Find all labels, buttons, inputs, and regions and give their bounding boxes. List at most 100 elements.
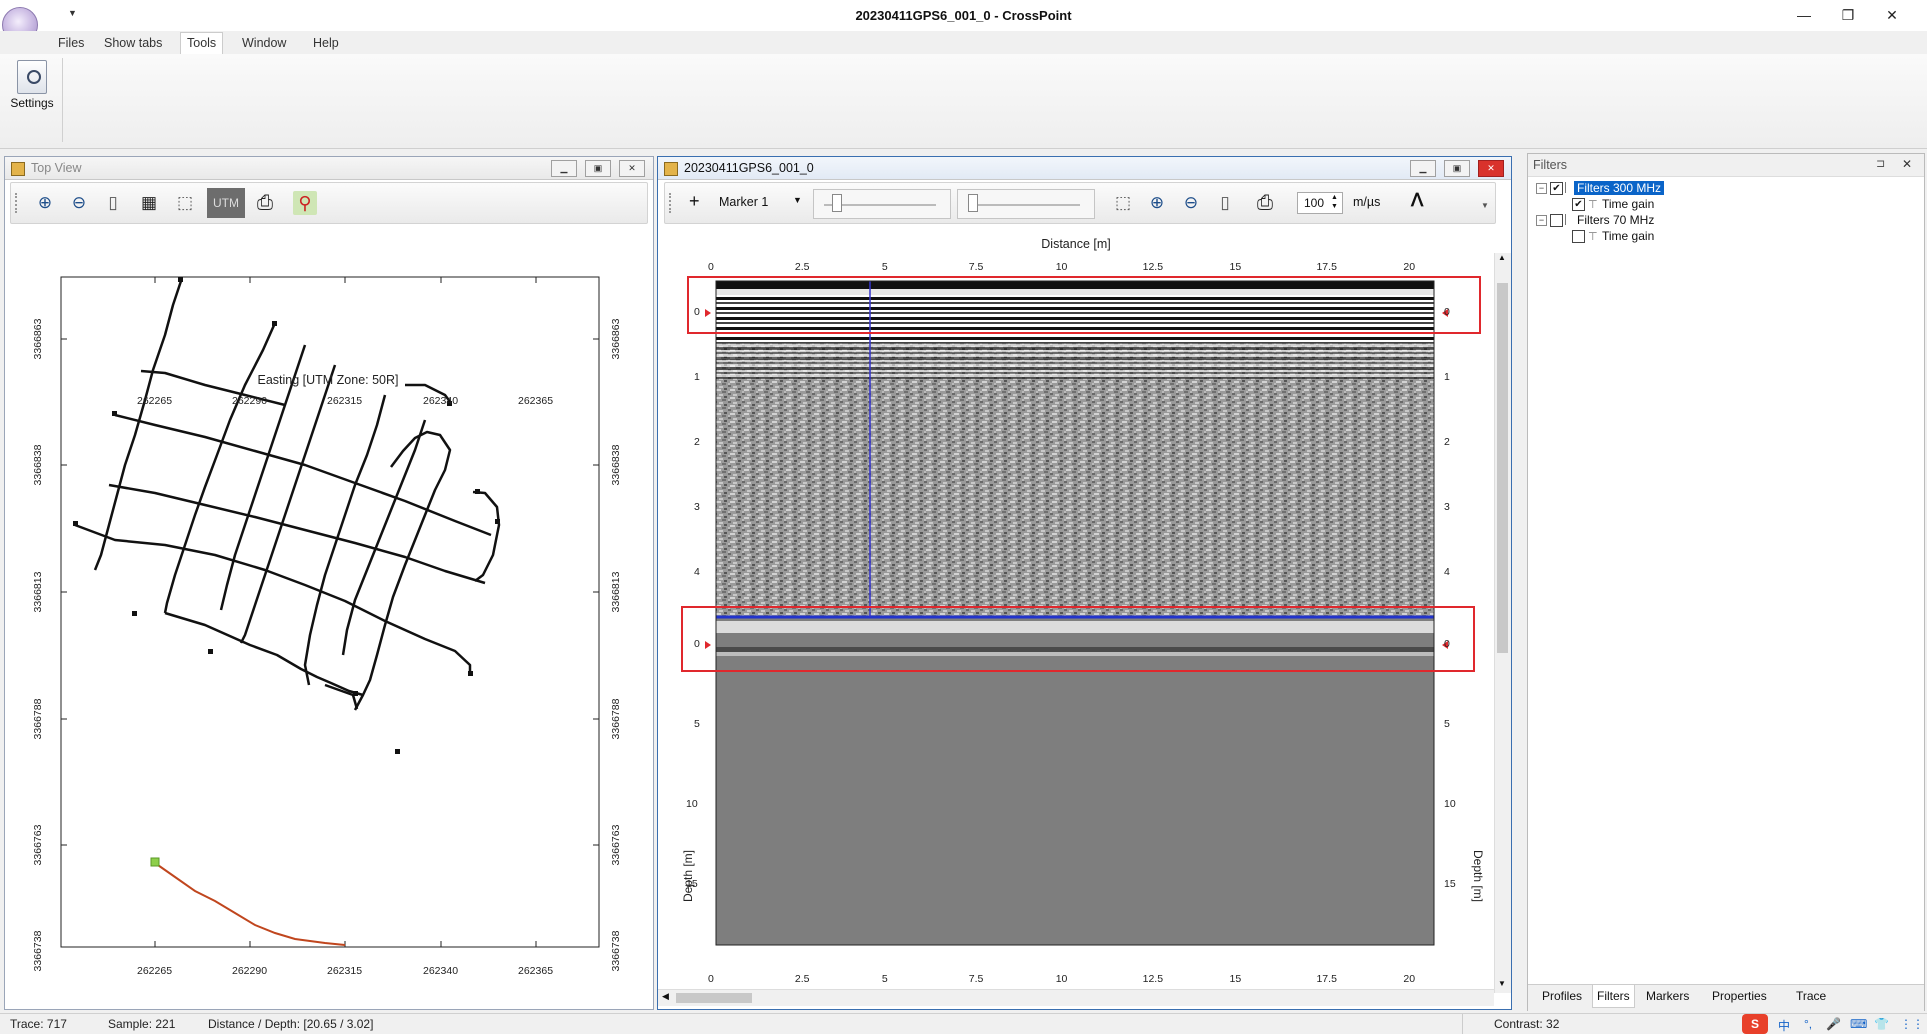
menu-files[interactable]: Files	[52, 34, 90, 52]
ribbon: Settings	[0, 54, 1927, 149]
top-view-map[interactable]	[5, 225, 651, 1005]
top-view-toolbar: ⊕ ⊖ ▯ ▦ ⬚ UTM ⎙ ⚲	[10, 182, 648, 224]
map-pin-icon[interactable]: ⚲	[293, 191, 317, 215]
print-icon[interactable]: ⎙	[253, 191, 277, 215]
status-distance-depth: Distance / Depth: [20.65 / 3.02]	[208, 1017, 374, 1031]
depth-tick-right: 5	[1444, 718, 1450, 730]
zoom-in-icon[interactable]: ⊕	[1145, 191, 1169, 215]
ime-chinese-icon[interactable]: 中	[1778, 1017, 1790, 1034]
top-view-maximize-button[interactable]: ▣	[585, 160, 611, 177]
depth-tick-right: 2	[1444, 436, 1450, 448]
filters-panel: Filters ⊐ ✕ − ✔ Filters 300 MHz ✔ ⊤ Time…	[1527, 153, 1925, 1011]
top-view-minimize-button[interactable]: ▁	[551, 160, 577, 177]
menu-window[interactable]: Window	[236, 34, 292, 52]
distance-tick-top: 12.5	[1142, 261, 1164, 273]
zoom-in-icon[interactable]: ⊕	[33, 191, 57, 215]
page-icon[interactable]: ▯	[1213, 191, 1237, 215]
pin-icon[interactable]: ⊐	[1876, 157, 1885, 170]
profile-maximize-button[interactable]: ▣	[1444, 160, 1470, 177]
bottom-tick-4: 262340	[423, 965, 459, 977]
menu-tools[interactable]: Tools	[180, 32, 224, 54]
depth-tick-left: 0	[694, 306, 700, 318]
filter-child-label-1[interactable]: Time gain	[1602, 197, 1654, 211]
tree-expander-icon[interactable]: −	[1536, 183, 1547, 194]
utm-toggle-button[interactable]: UTM	[207, 188, 245, 218]
distance-tick-top: 5	[881, 261, 888, 273]
bottom-tick-3: 262315	[327, 965, 363, 977]
profile-horizontal-scrollbar[interactable]: ◀	[658, 989, 1494, 1006]
status-contrast: Contrast: 32	[1494, 1017, 1560, 1031]
tab-profiles[interactable]: Profiles	[1538, 989, 1586, 1003]
zoom-out-icon[interactable]: ⊖	[67, 191, 91, 215]
profile-panel-icon	[664, 162, 678, 176]
input-method-logo-icon[interactable]: S	[1742, 1014, 1768, 1034]
easting-axis-label: Easting [UTM Zone: 50R]	[257, 373, 399, 387]
select-arrow-icon[interactable]: ⬚	[173, 191, 197, 215]
depth-tick-left: 0	[694, 638, 700, 650]
add-marker-button[interactable]: +	[689, 191, 700, 212]
scroll-up-icon[interactable]: ▲	[1498, 253, 1506, 262]
filters-close-button[interactable]: ✕	[1902, 157, 1912, 171]
tab-properties[interactable]: Properties	[1708, 989, 1771, 1003]
top-tick-5: 262365	[518, 395, 554, 407]
select-arrow-icon[interactable]: ⬚	[1111, 191, 1135, 215]
gain-slider[interactable]	[813, 189, 951, 219]
slider-thumb[interactable]	[832, 194, 842, 212]
scroll-down-icon[interactable]: ▼	[1498, 979, 1506, 988]
restore-button[interactable]: ❐	[1826, 4, 1870, 26]
status-divider	[1462, 1014, 1463, 1034]
filter-group-checkbox-1[interactable]: ✔	[1550, 182, 1563, 195]
velocity-input[interactable]: 100 ▲ ▼	[1297, 192, 1343, 214]
menu-help[interactable]: Help	[307, 34, 345, 52]
ribbon-divider	[62, 58, 63, 142]
h-scroll-thumb[interactable]	[676, 993, 752, 1003]
distance-tick-top: 7.5	[968, 261, 984, 273]
marker-select[interactable]: Marker 1	[719, 195, 768, 209]
skin-icon[interactable]: 👕	[1874, 1017, 1889, 1031]
tree-expander-icon[interactable]: −	[1536, 215, 1547, 226]
zoom-out-icon[interactable]: ⊖	[1179, 191, 1203, 215]
distance-tick-bottom: 0	[708, 973, 714, 985]
peak-tool-button[interactable]: ᐱ	[1411, 190, 1423, 211]
top-view-title: Top View	[31, 161, 82, 175]
microphone-icon[interactable]: 🎤	[1826, 1017, 1841, 1031]
filter-child-checkbox-1[interactable]: ✔	[1572, 198, 1585, 211]
scroll-left-icon[interactable]: ◀	[662, 991, 669, 1002]
velocity-spinner-icon[interactable]: ▲ ▼	[1331, 193, 1338, 211]
grid-icon[interactable]: ▦	[137, 191, 161, 215]
settings-button[interactable]: Settings	[4, 58, 60, 118]
filter-group-label-1[interactable]: Filters 300 MHz	[1574, 181, 1665, 195]
profile-vertical-scrollbar[interactable]: ▲ ▼	[1494, 253, 1511, 993]
panel-tabs: Profiles Filters Markers Properties Trac…	[1528, 984, 1924, 1011]
status-sample: Sample: 221	[108, 1017, 176, 1031]
scroll-thumb[interactable]	[1497, 283, 1508, 653]
page-icon[interactable]: ▯	[101, 191, 125, 215]
menu-show-tabs[interactable]: Show tabs	[98, 34, 168, 52]
filter-group-checkbox-2[interactable]	[1550, 214, 1563, 227]
depth-tick-left: 15	[686, 878, 698, 890]
profile-minimize-button[interactable]: ▁	[1410, 160, 1436, 177]
radargram-view[interactable]	[658, 225, 1494, 985]
tab-trace[interactable]: Trace	[1792, 989, 1830, 1003]
profile-panel: 20230411GPS6_001_0 ▁ ▣ ✕ + Marker 1 ▼ ⬚ …	[657, 156, 1512, 1010]
profile-close-button[interactable]: ✕	[1478, 160, 1504, 177]
tray-menu-icon[interactable]: ⋮⋮	[1900, 1017, 1924, 1031]
depth-tick-right: 1	[1444, 371, 1450, 383]
slider-thumb[interactable]	[968, 194, 978, 212]
filter-child-checkbox-2[interactable]	[1572, 230, 1585, 243]
minimize-button[interactable]: —	[1782, 4, 1826, 26]
ime-punctuation-icon[interactable]: °,	[1804, 1017, 1812, 1031]
filter-group-label-2[interactable]: Filters 70 MHz	[1574, 213, 1657, 227]
tab-filters[interactable]: Filters	[1592, 985, 1635, 1008]
filter-child-label-2[interactable]: Time gain	[1602, 229, 1654, 243]
toolbar-overflow-icon[interactable]: ▼	[1481, 201, 1489, 210]
tab-markers[interactable]: Markers	[1642, 989, 1693, 1003]
close-button[interactable]: ✕	[1870, 4, 1914, 26]
marker-dropdown-icon[interactable]: ▼	[793, 195, 802, 205]
depth-tick-left: 4	[694, 566, 700, 578]
keyboard-icon[interactable]: ⌨	[1850, 1017, 1867, 1031]
depth-tick-right: 15	[1444, 878, 1456, 890]
print-icon[interactable]: ⎙	[1253, 191, 1277, 215]
contrast-slider[interactable]	[957, 189, 1095, 219]
top-view-close-button[interactable]: ✕	[619, 160, 645, 177]
